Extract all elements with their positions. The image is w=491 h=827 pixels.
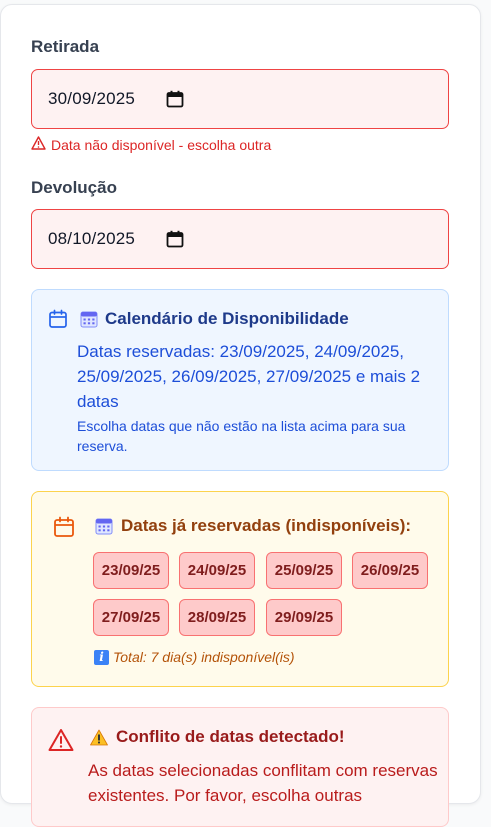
- reserved-date-chip: 26/09/25: [352, 552, 428, 589]
- pickup-date-input[interactable]: 30/09/2025: [31, 69, 449, 129]
- pickup-error-text: Data não disponível - escolha outra: [51, 136, 272, 153]
- reserved-date-chip: 28/09/25: [179, 599, 255, 636]
- pickup-date-value: 30/09/2025: [48, 89, 136, 108]
- reserved-dates-panel: Datas já reservadas (indisponíveis): 23/…: [31, 491, 449, 687]
- availability-title: Calendário de Disponibilidade: [105, 309, 349, 328]
- conflict-message: As datas selecionadas conflitam com rese…: [88, 761, 438, 805]
- reserved-date-chip: 29/09/25: [266, 599, 342, 636]
- reserved-dates-title: Datas já reservadas (indisponíveis):: [121, 516, 412, 535]
- availability-hint: Escolha datas que não estão na lista aci…: [77, 418, 406, 454]
- reserved-dates-text: Datas reservadas: 23/09/2025, 24/09/2025…: [77, 342, 421, 411]
- return-label: Devolução: [31, 178, 117, 197]
- return-date-input[interactable]: 08/10/2025: [31, 209, 449, 269]
- calendar-outline-icon: [48, 309, 68, 334]
- conflict-alert: Conflito de datas detectado! As datas se…: [31, 707, 449, 827]
- warning-outline-icon: [48, 728, 74, 757]
- conflict-title: Conflito de datas detectado!: [116, 727, 345, 746]
- reserved-date-chip: 27/09/25: [93, 599, 169, 636]
- pickup-label: Retirada: [31, 37, 100, 56]
- calendar-emoji-icon: [95, 517, 113, 540]
- calendar-emoji-icon: [80, 310, 98, 333]
- warning-icon: [31, 136, 46, 153]
- reserved-total: i Total: 7 dia(s) indisponível(is): [94, 649, 295, 665]
- reserved-date-chip: 24/09/25: [179, 552, 255, 589]
- reserved-total-text: Total: 7 dia(s) indisponível(is): [113, 649, 295, 665]
- calendar-picker-icon[interactable]: [166, 230, 184, 248]
- availability-panel: Calendário de Disponibilidade Datas rese…: [31, 289, 449, 471]
- pickup-error-message: Data não disponível - escolha outra: [31, 136, 271, 153]
- calendar-outline-icon: [53, 516, 75, 543]
- return-date-value: 08/10/2025: [48, 229, 136, 248]
- calendar-picker-icon[interactable]: [166, 90, 184, 108]
- reserved-date-chip: 25/09/25: [266, 552, 342, 589]
- info-icon: i: [94, 649, 109, 665]
- reserved-date-chip: 23/09/25: [93, 552, 169, 589]
- warning-emoji-icon: [90, 729, 108, 751]
